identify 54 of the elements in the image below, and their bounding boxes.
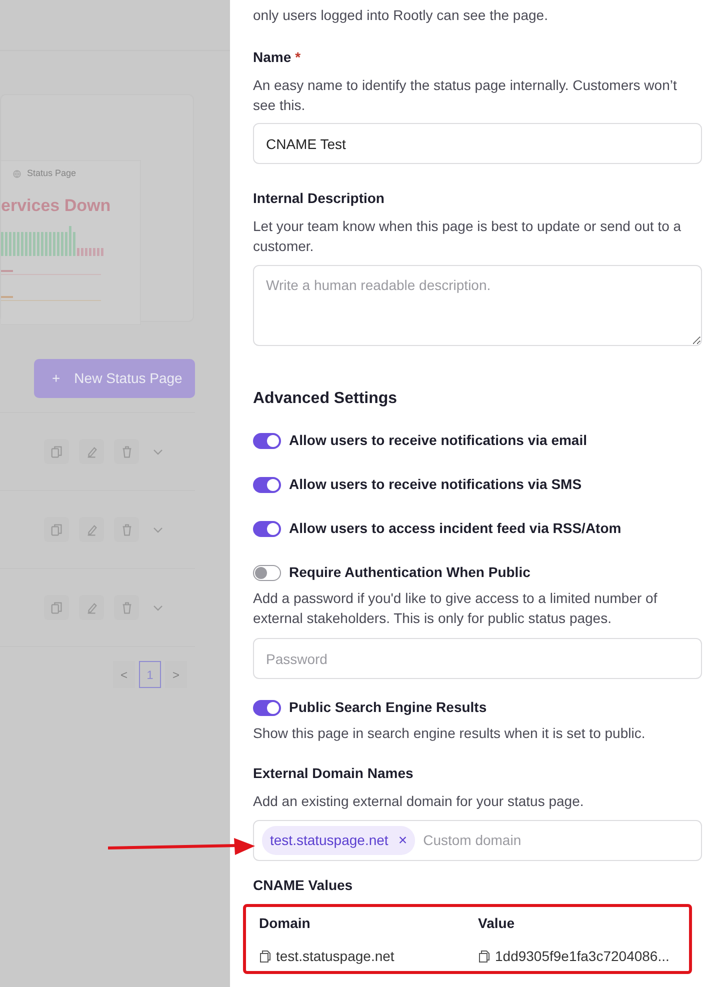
remove-tag-button[interactable]: × [398,833,408,848]
toggle-label: Allow users to receive notifications via email [289,431,587,450]
field-label: Name [253,49,292,65]
help-text: Show this page in search engine results when it is set to public. [253,724,646,743]
domain-input[interactable]: test.statuspage.net × Custom domain [253,820,702,861]
table-cell-text: test.statuspage.net [276,947,394,966]
chevron-icon[interactable] [153,526,163,532]
toggle-switch[interactable] [253,520,281,536]
help-text: Let your team know when this page is best to update or send out to a customer. [253,217,682,256]
toggle-label: Public Search Engine Results [289,698,487,717]
toggle-label: Require Authentication When Public [289,563,530,582]
trash-button[interactable] [114,439,139,464]
password-input[interactable]: Password [253,638,702,679]
copy-icon [50,444,64,458]
help-text: only users logged into Rootly can see the page. [253,6,549,25]
copy-icon[interactable] [259,950,271,963]
chevron-icon[interactable] [153,448,163,454]
copy-icon[interactable] [478,950,490,963]
edit-button[interactable] [79,439,104,464]
edit-button[interactable] [79,517,104,542]
trash-button[interactable] [114,595,139,620]
required-asterisk: * [295,49,301,65]
description-textarea[interactable]: Write a human readable description. [253,265,702,346]
field-label: Internal Description [253,190,384,206]
toggle-switch[interactable] [253,476,281,492]
section-heading: Advanced Settings [253,389,398,409]
copy-icon [50,600,64,614]
toggle-switch[interactable] [253,564,281,580]
page-button[interactable]: 1 [139,661,161,688]
copy-icon [50,522,64,536]
brand-label: Status Page [27,167,76,180]
help-text: Add an existing external domain for your status page. [253,792,585,811]
chevron-icon[interactable] [153,604,163,610]
column-header: Domain [258,914,312,933]
globe-icon [13,170,21,178]
domain-tag: test.statuspage.net × [262,826,416,855]
name-input[interactable]: CNAME Test [253,123,702,164]
copy-button[interactable] [44,517,69,542]
toggle-switch[interactable] [253,432,281,448]
help-text: An easy name to identify the status page internally. Customers won’t see this. [253,76,678,115]
toggle-label: Allow users to access incident feed via RSS/Atom [289,519,622,538]
column-header: Value [477,914,516,933]
new-status-page-button[interactable]: + New Status Page [34,359,195,398]
toggle-label: Allow users to receive notifications via SMS [289,475,582,494]
headline: ervices Down [1,194,112,216]
field-label: CNAME Values [253,877,353,893]
edit-button[interactable] [79,595,104,620]
copy-button[interactable] [44,595,69,620]
copy-button[interactable] [44,439,69,464]
toggle-switch[interactable] [253,700,281,716]
trash-button[interactable] [114,517,139,542]
table-cell-text: 1dd9305f9e1fa3c7204086... [495,947,670,966]
field-label: External Domain Names [253,765,414,781]
help-text: Add a password if you'd like to give access to a limited number of external stakeholders. This is only for public status pages. [253,589,658,628]
